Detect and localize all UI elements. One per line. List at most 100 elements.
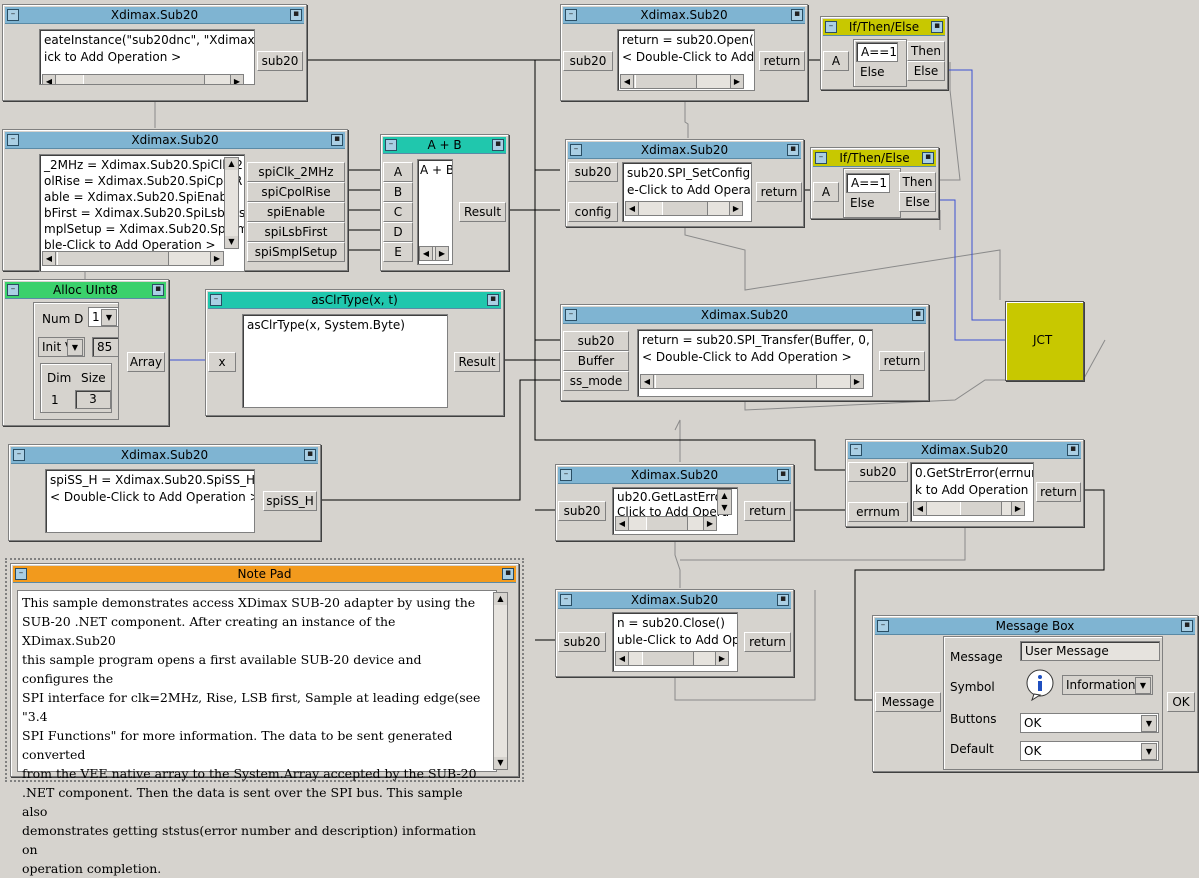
transaction-box[interactable]: n = sub20.Close() uble-Click to Add Ope … <box>612 612 738 672</box>
transaction-box[interactable]: _2MHz = Xdimax.Sub20.SpiClk_2 olRise = X… <box>39 154 245 272</box>
node-a-plus-b[interactable]: – A + B ▪ A B C D E A + B ◀ ▶ Result <box>380 134 509 271</box>
node-junction[interactable]: JCT <box>1005 301 1084 381</box>
scroll-down-icon[interactable]: ▼ <box>718 502 731 514</box>
input-pin-c[interactable]: C <box>383 202 413 222</box>
output-pin-spismplsetup[interactable]: spiSmplSetup <box>247 242 345 262</box>
output-pin-then[interactable]: Then <box>907 41 945 61</box>
minimize-icon[interactable]: ▪ <box>331 134 343 146</box>
message-field[interactable]: User Message <box>1020 641 1160 661</box>
menu-icon[interactable]: – <box>7 134 19 146</box>
title-bar[interactable]: – Xdimax.Sub20 ▪ <box>563 307 926 324</box>
menu-icon[interactable]: – <box>825 21 837 33</box>
scroll-right-icon[interactable]: ▶ <box>703 517 716 530</box>
scroll-up-icon[interactable]: ▲ <box>494 593 507 605</box>
scroll-left-icon[interactable]: ◀ <box>626 202 639 215</box>
output-pin-return[interactable]: return <box>744 632 791 652</box>
horizontal-scrollbar[interactable]: ◀ ▶ <box>620 74 744 89</box>
vertical-scrollbar[interactable]: ▲ ▼ <box>717 489 732 515</box>
node-spi-constants[interactable]: – Xdimax.Sub20 ▪ _2MHz = Xdimax.Sub20.SpiC… <box>2 129 348 272</box>
output-pin-result[interactable]: Result <box>459 202 506 222</box>
input-pin-sub20[interactable]: sub20 <box>848 462 908 482</box>
input-pin-a[interactable]: A <box>383 162 413 182</box>
scroll-right-icon[interactable]: ▶ <box>435 247 448 260</box>
output-pin-else[interactable]: Else <box>907 61 945 81</box>
minimize-icon[interactable]: ▪ <box>791 9 803 21</box>
output-pin-spiss-h[interactable]: spiSS_H <box>263 491 317 511</box>
title-bar[interactable]: – Xdimax.Sub20 ▪ <box>563 7 805 24</box>
condition-expr[interactable]: A==1 <box>846 173 890 193</box>
input-pin-sub20[interactable]: sub20 <box>558 632 606 652</box>
input-pin-x[interactable]: x <box>208 352 236 372</box>
input-pin-message[interactable]: Message <box>875 692 941 712</box>
scroll-up-icon[interactable]: ▲ <box>718 490 731 502</box>
horizontal-scrollbar[interactable]: ◀ ▶ <box>42 74 244 84</box>
node-asclrtype[interactable]: – asClrType(x, t) ▪ x asClrType(x, System.… <box>205 289 504 416</box>
menu-icon[interactable]: – <box>560 469 572 481</box>
minimize-icon[interactable]: ▪ <box>290 9 302 21</box>
minimize-icon[interactable]: ▪ <box>487 294 499 306</box>
chevron-down-icon[interactable]: ▼ <box>1141 715 1157 732</box>
scroll-right-icon[interactable]: ▶ <box>1011 502 1024 515</box>
output-pin-ok[interactable]: OK <box>1167 692 1195 712</box>
scroll-left-icon[interactable]: ◀ <box>616 652 629 665</box>
scroll-right-icon[interactable]: ▶ <box>210 252 223 265</box>
default-select[interactable]: OK ▼ <box>1020 741 1159 761</box>
note-text[interactable]: This sample demonstrates access XDimax S… <box>17 590 497 876</box>
input-pin-sub20[interactable]: sub20 <box>568 162 618 182</box>
menu-icon[interactable]: – <box>7 9 19 21</box>
menu-icon[interactable]: – <box>560 594 572 606</box>
transaction-box[interactable]: return = sub20.SPI_Transfer(Buffer, 0, s… <box>637 329 873 397</box>
horizontal-scrollbar[interactable]: ◀ ▶ <box>615 516 717 531</box>
chevron-down-icon[interactable]: ▼ <box>67 339 83 356</box>
menu-icon[interactable]: – <box>13 449 25 461</box>
chevron-down-icon[interactable]: ▼ <box>101 309 117 326</box>
symbol-select[interactable]: Information ▼ <box>1062 675 1153 695</box>
node-get-last-error[interactable]: – Xdimax.Sub20 ▪ sub20 ub20.GetLastError( … <box>555 464 794 541</box>
scroll-down-icon[interactable]: ▼ <box>225 236 238 248</box>
horizontal-scrollbar[interactable]: ◀ ▶ <box>625 201 743 216</box>
output-pin-return[interactable]: return <box>744 501 791 521</box>
note-pad[interactable]: – Note Pad ▪ This sample demonstrates acce… <box>5 558 524 876</box>
horizontal-scrollbar[interactable]: ◀ ▶ <box>419 246 449 261</box>
title-bar[interactable]: – If/Then/Else ▪ <box>813 150 936 167</box>
title-bar[interactable]: – Xdimax.Sub20 ▪ <box>558 592 791 609</box>
node-alloc-uint8[interactable]: – Alloc UInt8 ▪ Num D 1 ▼ Init V ▼ 85 Dim Si… <box>2 279 169 426</box>
menu-icon[interactable]: – <box>7 284 19 296</box>
scroll-right-icon[interactable]: ▶ <box>850 375 863 388</box>
input-pin-errnum[interactable]: errnum <box>848 502 908 522</box>
scroll-left-icon[interactable]: ◀ <box>43 252 56 265</box>
node-spi-transfer[interactable]: – Xdimax.Sub20 ▪ sub20 Buffer ss_mode retu… <box>560 304 929 401</box>
formula-box[interactable]: asClrType(x, System.Byte) <box>242 314 448 408</box>
title-bar[interactable]: – Xdimax.Sub20 ▪ <box>5 7 304 24</box>
scroll-right-icon[interactable]: ▶ <box>730 75 743 88</box>
node-if-then-else-2[interactable]: – If/Then/Else ▪ A A==1 Else Then Else <box>810 147 939 219</box>
scroll-left-icon[interactable]: ◀ <box>43 75 56 84</box>
menu-icon[interactable]: – <box>565 309 577 321</box>
chevron-down-icon[interactable]: ▼ <box>1141 743 1157 760</box>
scroll-up-icon[interactable]: ▲ <box>225 158 238 170</box>
size-field[interactable]: 3 <box>75 390 111 409</box>
output-pin-spicpolrise[interactable]: spiCpolRise <box>247 182 345 202</box>
output-pin-spiclk-2mhz[interactable]: spiClk_2MHz <box>247 162 345 182</box>
horizontal-scrollbar[interactable]: ◀ ▶ <box>913 501 1025 516</box>
output-pin-then[interactable]: Then <box>899 172 936 192</box>
node-if-then-else-1[interactable]: – If/Then/Else ▪ A A==1 Else Then Else <box>820 16 948 90</box>
transaction-box[interactable]: sub20.SPI_SetConfig e-Click to Add Opera… <box>622 162 752 222</box>
input-pin-sub20[interactable]: sub20 <box>563 51 613 71</box>
title-bar[interactable]: – If/Then/Else ▪ <box>823 19 945 36</box>
transaction-box[interactable]: 0.GetStrError(errnum k to Add Operation … <box>910 462 1034 522</box>
output-pin-return[interactable]: return <box>756 182 802 202</box>
input-pin-buffer[interactable]: Buffer <box>563 351 629 371</box>
title-bar[interactable]: – Xdimax.Sub20 ▪ <box>558 467 791 484</box>
node-open[interactable]: – Xdimax.Sub20 ▪ sub20 return = sub20.Open… <box>560 4 808 101</box>
menu-icon[interactable]: – <box>850 444 862 456</box>
minimize-icon[interactable]: ▪ <box>777 469 789 481</box>
title-bar[interactable]: – Alloc UInt8 ▪ <box>5 282 166 299</box>
init-value-select[interactable]: Init V ▼ <box>38 337 85 357</box>
output-pin-return[interactable]: return <box>1036 482 1081 502</box>
menu-icon[interactable]: – <box>570 144 582 156</box>
input-pin-a[interactable]: A <box>813 182 839 202</box>
title-bar[interactable]: – asClrType(x, t) ▪ <box>208 292 501 309</box>
title-bar[interactable]: – Xdimax.Sub20 ▪ <box>568 142 801 159</box>
formula-box[interactable]: A + B ◀ ▶ <box>417 159 453 265</box>
